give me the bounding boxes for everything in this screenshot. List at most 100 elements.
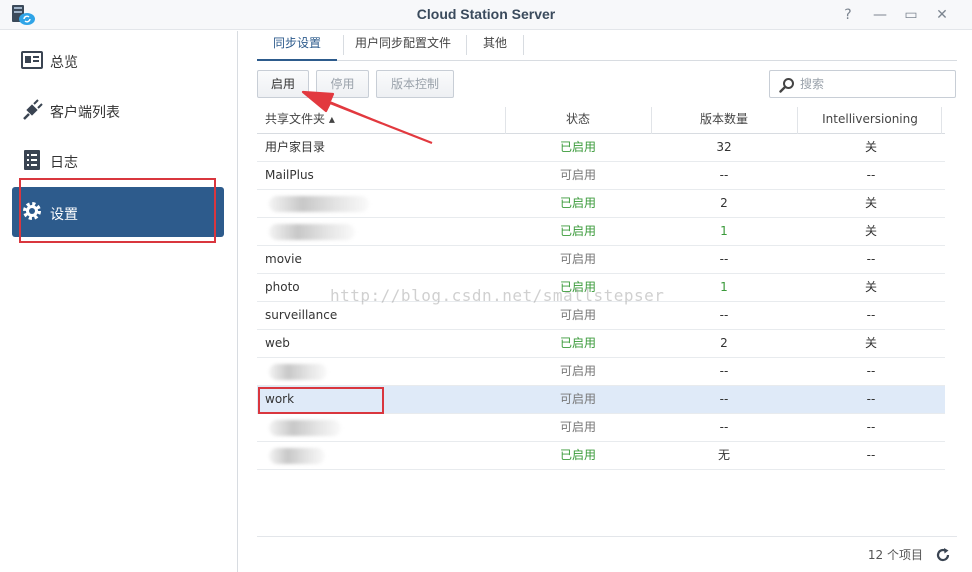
tab-other[interactable]: 其他 [471, 31, 519, 61]
column-header-status[interactable]: 状态 [505, 107, 651, 134]
status-cell: 可启用 [559, 392, 596, 406]
overview-icon [21, 51, 43, 69]
sidebar-item-label: 总览 [50, 55, 78, 71]
intelliversioning-cell: -- [866, 392, 876, 406]
table-row[interactable]: 用户家目录 已启用 32 关 [257, 134, 945, 162]
intelliversioning-cell: -- [866, 364, 876, 378]
status-cell: 可启用 [559, 420, 596, 434]
table-row[interactable]: surveillance 可启用 -- -- [257, 302, 945, 330]
column-header-intelliversioning[interactable]: Intelliversioning [797, 107, 943, 134]
item-count: 12 个项目 [867, 548, 923, 562]
shared-folder-name: photo [265, 280, 300, 294]
tab-user-sync-profile[interactable]: 用户同步配置文件 [349, 31, 457, 61]
table-row[interactable]: 可启用 -- -- [257, 414, 945, 442]
intelliversioning-cell: -- [866, 168, 876, 182]
version-count-cell: 1 [720, 224, 728, 238]
table-body: 用户家目录 已启用 32 关 MailPlus 可启用 -- -- 已启用 2 关已启用 1 关 movi… [257, 134, 945, 470]
status-cell: 可启用 [559, 364, 596, 378]
shared-folder-name: MailPlus [265, 168, 314, 182]
sidebar-item-client-list[interactable]: 客户端列表 [12, 88, 224, 132]
table-row[interactable]: 已启用 1 关 [257, 218, 945, 246]
shared-folder-name [265, 442, 505, 470]
plug-icon [23, 99, 43, 120]
status-cell: 可启用 [559, 252, 596, 266]
status-cell: 已启用 [559, 336, 596, 350]
disable-button[interactable]: 停用 [316, 70, 369, 98]
sidebar-item-settings[interactable]: 设置 [12, 187, 224, 237]
minimize-button[interactable]: — [870, 5, 890, 25]
table-header: 共享文件夹 ▴ 状态 版本数量 Intelliversioning [257, 107, 945, 134]
version-count-cell: -- [719, 420, 729, 434]
search-input[interactable] [800, 75, 950, 93]
shared-folder-name [265, 414, 505, 442]
intelliversioning-cell: -- [866, 308, 876, 322]
table-row[interactable]: movie 可启用 -- -- [257, 246, 945, 274]
table-row[interactable]: work 可启用 -- -- [257, 386, 945, 414]
version-count-cell: -- [719, 364, 729, 378]
intelliversioning-cell: -- [866, 420, 876, 434]
version-count-cell: 2 [720, 336, 728, 350]
table-row[interactable]: 已启用 无 -- [257, 442, 945, 470]
table-row[interactable]: web 已启用 2 关 [257, 330, 945, 358]
sidebar-item-log[interactable]: 日志 [12, 138, 224, 182]
shared-folder-name [265, 358, 505, 386]
main-panel: 同步设置 用户同步配置文件 其他 启用 停用 版本控制 共享文件夹 ▴ 状态 版… [241, 31, 972, 572]
window-title: Cloud Station Server [416, 6, 556, 22]
title-bar: Cloud Station Server ? — ▭ ✕ [0, 0, 972, 30]
sidebar: 总览 客户端列表 日志 设置 [0, 31, 238, 572]
version-control-button[interactable]: 版本控制 [376, 70, 454, 98]
shared-folder-name [265, 218, 505, 246]
column-header-shared-folder[interactable]: 共享文件夹 ▴ [265, 107, 335, 134]
status-cell: 已启用 [559, 140, 596, 154]
intelliversioning-cell: 关 [864, 140, 877, 154]
tab-divider [466, 35, 467, 55]
version-count-cell: -- [719, 252, 729, 266]
sidebar-item-label: 设置 [50, 207, 78, 223]
tab-sync-settings[interactable]: 同步设置 [257, 31, 337, 61]
version-count-cell: 1 [720, 280, 728, 294]
enable-button[interactable]: 启用 [257, 70, 309, 98]
help-button[interactable]: ? [838, 5, 858, 25]
intelliversioning-cell: -- [866, 448, 876, 462]
intelliversioning-cell: 关 [864, 336, 877, 350]
table-row[interactable]: 已启用 2 关 [257, 190, 945, 218]
table-row[interactable]: 可启用 -- -- [257, 358, 945, 386]
sidebar-item-label: 日志 [50, 155, 78, 171]
shared-folder-name: work [265, 392, 295, 406]
redacted-folder-name [269, 224, 355, 240]
shared-folder-name [265, 190, 505, 218]
column-header-version-count[interactable]: 版本数量 [651, 107, 797, 134]
status-cell: 已启用 [559, 280, 596, 294]
sidebar-item-label: 客户端列表 [50, 105, 120, 121]
redacted-folder-name [269, 196, 369, 212]
version-count-cell: 无 [717, 448, 730, 462]
redacted-folder-name [269, 448, 325, 464]
intelliversioning-cell: 关 [864, 224, 877, 238]
log-icon [24, 150, 40, 170]
footer-bar: 12 个项目 [257, 536, 957, 572]
status-cell: 可启用 [559, 168, 596, 182]
sidebar-item-overview[interactable]: 总览 [12, 38, 224, 82]
intelliversioning-cell: 关 [864, 196, 877, 210]
intelliversioning-cell: 关 [864, 280, 877, 294]
status-cell: 已启用 [559, 448, 596, 462]
gear-icon [23, 202, 41, 220]
search-box [769, 70, 956, 98]
version-count-cell: 32 [716, 140, 732, 154]
table-row[interactable]: photo 已启用 1 关 [257, 274, 945, 302]
column-divider [941, 107, 942, 134]
status-cell: 已启用 [559, 196, 596, 210]
version-count-cell: 2 [720, 196, 728, 210]
refresh-icon[interactable] [935, 547, 951, 563]
shared-folder-name: surveillance [265, 308, 338, 322]
status-cell: 可启用 [559, 308, 596, 322]
intelliversioning-cell: -- [866, 252, 876, 266]
close-button[interactable]: ✕ [932, 5, 952, 25]
tab-divider [343, 35, 344, 55]
table-row[interactable]: MailPlus 可启用 -- -- [257, 162, 945, 190]
shared-folder-name: 用户家目录 [265, 140, 326, 154]
tab-bar: 同步设置 用户同步配置文件 其他 [257, 31, 957, 61]
redacted-folder-name [269, 420, 341, 436]
search-icon [779, 78, 794, 93]
maximize-button[interactable]: ▭ [901, 5, 921, 25]
